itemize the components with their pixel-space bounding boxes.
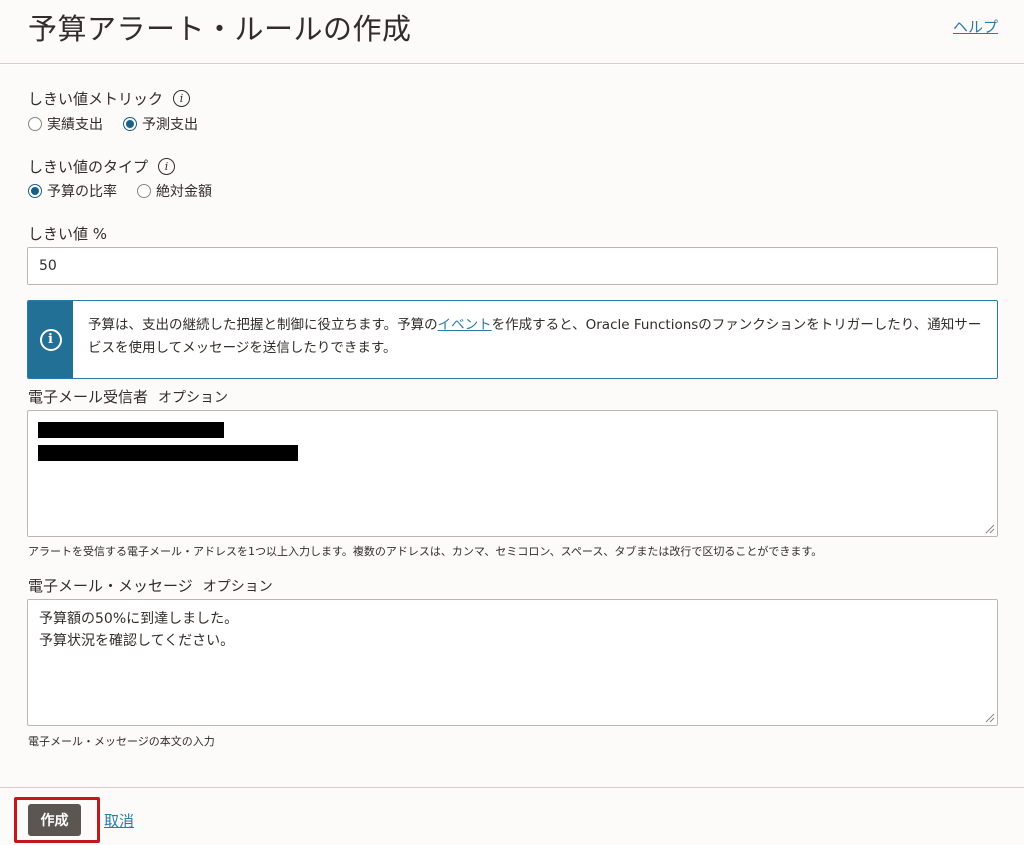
info-icon: i — [39, 328, 62, 351]
redacted-email — [38, 422, 224, 438]
create-button[interactable]: 作成 — [28, 804, 81, 836]
page-header: 予算アラート・ルールの作成 ヘルプ — [0, 0, 1024, 64]
events-link[interactable]: イベント — [438, 317, 492, 333]
resize-handle-icon[interactable] — [985, 713, 995, 723]
message-line: 予算状況を確認してください。 — [39, 633, 235, 649]
radio-absolute-amount[interactable]: 絶対金額 — [137, 181, 212, 201]
form-footer — [0, 787, 1024, 845]
threshold-value-input[interactable]: 50 — [27, 247, 998, 285]
email-recipients-hint: アラートを受信する電子メール・アドレスを1つ以上入力します。複数のアドレスは、カ… — [28, 545, 823, 558]
resize-handle-icon[interactable] — [985, 524, 995, 534]
optional-tag: オプション — [202, 578, 273, 595]
cancel-link[interactable]: 取消 — [104, 810, 134, 831]
threshold-value-label: しきい値 % — [28, 225, 108, 243]
page-title: 予算アラート・ルールの作成 — [28, 12, 412, 46]
redacted-email — [38, 445, 298, 461]
threshold-type-label: しきい値のタイプ i — [28, 156, 176, 177]
radio-button[interactable] — [137, 184, 151, 198]
radio-forecast-spend[interactable]: 予測支出 — [123, 114, 198, 134]
email-message-textarea[interactable]: 予算額の50%に到達しました。 予算状況を確認してください。 — [27, 599, 998, 726]
email-message-hint: 電子メール・メッセージの本文の入力 — [28, 735, 215, 748]
info-icon[interactable]: i — [158, 158, 176, 175]
info-banner-message: 予算は、支出の継続した把握と制御に役立ちます。予算のイベントを作成すると、Ora… — [88, 317, 982, 356]
radio-actual-spend[interactable]: 実績支出 — [28, 114, 103, 134]
email-message-label: 電子メール・メッセージ オプション — [28, 577, 273, 595]
radio-button[interactable] — [28, 117, 42, 131]
message-line: 予算額の50%に到達しました。 — [39, 611, 239, 627]
threshold-type-radios: 予算の比率 絶対金額 — [28, 181, 232, 201]
email-recipients-label: 電子メール受信者 オプション — [28, 388, 229, 406]
info-banner: i 予算は、支出の継続した把握と制御に役立ちます。予算のイベントを作成すると、O… — [27, 300, 998, 379]
threshold-metric-label: しきい値メトリック i — [28, 88, 191, 109]
threshold-metric-radios: 実績支出 予測支出 — [28, 114, 218, 134]
info-banner-bar: i — [28, 301, 73, 378]
optional-tag: オプション — [158, 389, 229, 406]
info-icon[interactable]: i — [173, 90, 191, 107]
radio-button-selected[interactable] — [28, 184, 42, 198]
email-recipients-textarea[interactable] — [27, 410, 998, 537]
radio-budget-percentage[interactable]: 予算の比率 — [28, 181, 117, 201]
help-link[interactable]: ヘルプ — [953, 16, 998, 37]
radio-button-selected[interactable] — [123, 117, 137, 131]
